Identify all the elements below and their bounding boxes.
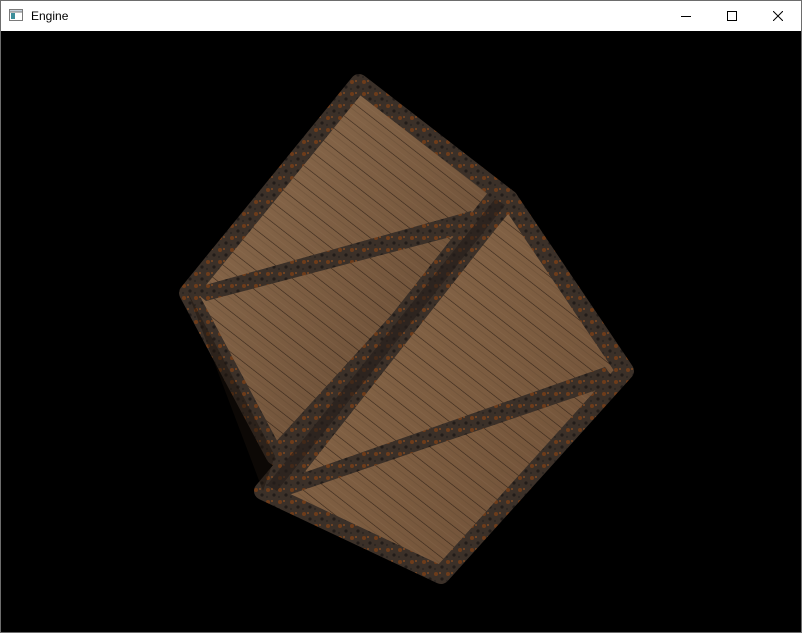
crate-render	[179, 74, 634, 584]
minimize-button[interactable]	[663, 1, 709, 31]
maximize-icon	[727, 11, 737, 21]
maximize-button[interactable]	[709, 1, 755, 31]
close-button[interactable]	[755, 1, 801, 31]
window-title: Engine	[31, 9, 69, 23]
app-window-icon	[9, 9, 23, 21]
render-viewport[interactable]	[1, 31, 801, 632]
minimize-icon	[681, 16, 691, 17]
title-bar[interactable]: Engine	[1, 1, 801, 31]
close-icon	[773, 11, 783, 21]
app-window: Engine	[0, 0, 802, 633]
